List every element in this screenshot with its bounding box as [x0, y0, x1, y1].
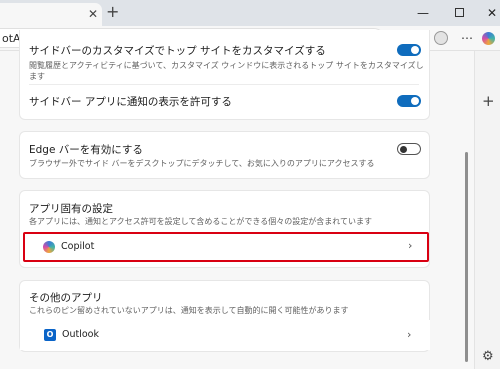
card1-divider — [29, 84, 419, 85]
outlook-app-row[interactable]: O Outlook › — [20, 320, 430, 350]
other-apps-title: その他のアプリ — [29, 292, 103, 304]
close-window-icon[interactable]: ✕ — [485, 6, 499, 20]
scrollbar-thumb[interactable] — [465, 152, 468, 362]
allow-notifications-title: サイドバー アプリに通知の表示を許可する — [29, 96, 232, 108]
outlook-label: Outlook — [62, 329, 99, 340]
allow-notifications-toggle[interactable] — [397, 95, 421, 107]
minimize-icon[interactable]: — — [416, 6, 430, 20]
app-specific-title: アプリ固有の設定 — [29, 203, 113, 215]
edge-bar-desc: ブラウザー外でサイド バーをデスクトップにデタッチして、お気に入りのアプリにアク… — [29, 159, 375, 168]
chevron-right-icon: › — [407, 328, 412, 341]
new-tab-icon[interactable]: + — [106, 3, 119, 21]
copilot-toolbar-icon[interactable] — [482, 32, 495, 45]
title-bar: ✕ + — ✕ — [0, 0, 500, 26]
browser-sidebar: + ⚙ — [474, 51, 500, 369]
customize-top-sites-desc: 閲覧履歴とアクティビティに基づいて、カスタマイズ ウィンドウに表示されるトップ … — [29, 61, 424, 70]
profile-avatar-icon[interactable] — [434, 31, 448, 45]
other-apps-desc: これらのピン留めされていないアプリは、通知を表示して自動的に開く可能性があります — [29, 306, 349, 315]
browser-tab[interactable]: ✕ — [0, 3, 102, 26]
edge-bar-toggle[interactable] — [397, 143, 421, 155]
add-sidebar-app-icon[interactable]: + — [482, 94, 495, 109]
outlook-icon: O — [44, 329, 56, 341]
tab-close-icon[interactable]: ✕ — [88, 7, 98, 21]
maximize-icon[interactable] — [452, 6, 466, 20]
copilot-icon — [43, 241, 55, 253]
customize-top-sites-desc-cont: ます — [29, 72, 45, 81]
customize-top-sites-toggle[interactable] — [397, 44, 421, 56]
app-specific-desc: 各アプリには、通知とアクセス許可を設定して含めることができる個々の設定が含まれて… — [29, 217, 372, 226]
customize-top-sites-title: サイドバーのカスタマイズでトップ サイトをカスタマイズする — [29, 45, 326, 57]
chevron-right-icon: › — [408, 239, 413, 252]
copilot-label: Copilot — [61, 241, 95, 252]
copilot-app-row[interactable]: Copilot › — [23, 232, 429, 262]
edge-bar-title: Edge バーを有効にする — [29, 144, 143, 156]
more-menu-icon[interactable]: ⋯ — [461, 31, 473, 45]
sidebar-settings-icon[interactable]: ⚙ — [482, 349, 494, 364]
